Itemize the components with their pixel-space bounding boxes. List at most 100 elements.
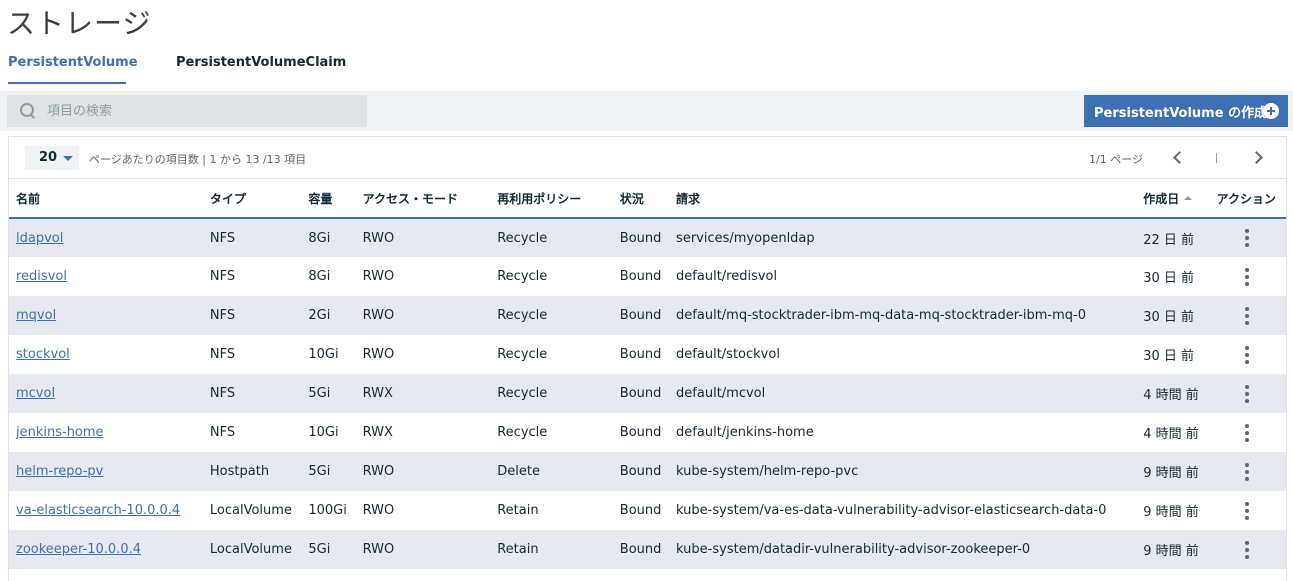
cell-claim: default/redisvol bbox=[669, 257, 1137, 296]
cell-type: NFS bbox=[202, 335, 302, 374]
volume-name-link[interactable]: helm-repo-pv bbox=[16, 464, 103, 479]
create-button-label: PersistentVolume の作成 bbox=[1094, 105, 1268, 121]
cell-status: Bound bbox=[612, 530, 670, 569]
volume-name-link[interactable]: zookeeper-10.0.0.4 bbox=[16, 542, 141, 557]
cell-created: 22 日 前 bbox=[1136, 218, 1210, 257]
overflow-menu-icon[interactable] bbox=[1237, 461, 1257, 483]
cell-access-mode: RWX bbox=[355, 374, 491, 413]
cell-name: helm-repo-pv bbox=[9, 452, 203, 491]
overflow-menu-icon[interactable] bbox=[1237, 227, 1257, 249]
column-header-name[interactable]: 名前 bbox=[9, 180, 203, 219]
cell-capacity: 5Gi bbox=[301, 374, 356, 413]
overflow-menu-icon[interactable] bbox=[1237, 500, 1257, 522]
cell-claim: services/myopenldap bbox=[669, 218, 1137, 257]
cell-actions bbox=[1209, 374, 1286, 413]
add-circle-icon bbox=[1263, 103, 1279, 119]
cell-actions bbox=[1209, 452, 1286, 491]
cell-capacity: 100Gi bbox=[301, 491, 356, 530]
cell-name: mqvol bbox=[9, 296, 203, 335]
cell-reclaim-policy: Recycle bbox=[490, 335, 613, 374]
cell-claim: kube-system/datadir-vulnerability-adviso… bbox=[669, 530, 1137, 569]
tab-bar: PersistentVolume PersistentVolumeClaim bbox=[0, 50, 1293, 84]
volume-name-link[interactable]: stockvol bbox=[16, 347, 70, 362]
column-header-access-mode[interactable]: アクセス・モード bbox=[355, 180, 491, 219]
chevron-right-icon[interactable] bbox=[1251, 150, 1265, 166]
cell-name: zookeeper-10.0.0.4 bbox=[9, 530, 203, 569]
cell-claim: kube-system/va-es-data-vulnerability-adv… bbox=[669, 491, 1137, 530]
column-header-status[interactable]: 状況 bbox=[612, 180, 670, 219]
volume-name-link[interactable]: redisvol bbox=[16, 269, 67, 284]
pagination-bar: 20 ページあたりの項目数 | 1 から 13 /13 項目 1/1 ページ bbox=[9, 137, 1286, 179]
cell-actions bbox=[1209, 257, 1286, 296]
table-row[interactable]: helm-repo-pv Hostpath 5Gi RWO Delete Bound kub… bbox=[9, 452, 1286, 491]
cell-created: 9 時間 前 bbox=[1136, 530, 1210, 569]
search-input[interactable] bbox=[47, 103, 347, 119]
cell-reclaim-policy: Recycle bbox=[490, 218, 613, 257]
items-range-text: ページあたりの項目数 | 1 から 13 /13 項目 bbox=[89, 153, 307, 166]
overflow-menu-icon[interactable] bbox=[1237, 539, 1257, 561]
cell-type: LocalVolume bbox=[202, 491, 302, 530]
volume-name-link[interactable]: mcvol bbox=[16, 386, 55, 401]
column-header-reclaim-policy[interactable]: 再利用ポリシー bbox=[490, 180, 613, 219]
column-header-created-label: 作成日 bbox=[1143, 192, 1180, 206]
persistent-volume-table: 名前 タイプ 容量 アクセス・モード 再利用ポリシー 状況 請求 作成日 アクシ… bbox=[9, 180, 1286, 569]
table-row[interactable]: stockvol NFS 10Gi RWO Recycle Bound default/st… bbox=[9, 335, 1286, 374]
cell-access-mode: RWO bbox=[355, 296, 491, 335]
toolbar: PersistentVolume の作成 bbox=[0, 91, 1293, 131]
chevron-left-icon[interactable] bbox=[1171, 150, 1185, 166]
cell-capacity: 10Gi bbox=[301, 335, 356, 374]
volume-name-link[interactable]: ldapvol bbox=[16, 231, 63, 246]
cell-type: NFS bbox=[202, 218, 302, 257]
cell-capacity: 8Gi bbox=[301, 257, 356, 296]
overflow-menu-icon[interactable] bbox=[1237, 305, 1257, 327]
cell-type: NFS bbox=[202, 413, 302, 452]
cell-actions bbox=[1209, 413, 1286, 452]
pagination-divider bbox=[1216, 153, 1217, 163]
column-header-created[interactable]: 作成日 bbox=[1136, 180, 1210, 219]
cell-access-mode: RWX bbox=[355, 413, 491, 452]
table-row[interactable]: zookeeper-10.0.0.4 LocalVolume 5Gi RWO Retai… bbox=[9, 530, 1286, 569]
overflow-menu-icon[interactable] bbox=[1237, 266, 1257, 288]
volume-name-link[interactable]: jenkins-home bbox=[16, 425, 104, 440]
cell-status: Bound bbox=[612, 296, 670, 335]
cell-type: NFS bbox=[202, 374, 302, 413]
page-size-select[interactable]: 20 bbox=[25, 146, 79, 170]
cell-claim: default/stockvol bbox=[669, 335, 1137, 374]
cell-actions bbox=[1209, 491, 1286, 530]
search-box[interactable] bbox=[7, 95, 367, 127]
table-row[interactable]: va-elasticsearch-10.0.0.4 LocalVolume 100G… bbox=[9, 491, 1286, 530]
cell-status: Bound bbox=[612, 257, 670, 296]
overflow-menu-icon[interactable] bbox=[1237, 383, 1257, 405]
cell-actions bbox=[1209, 530, 1286, 569]
cell-created: 9 時間 前 bbox=[1136, 491, 1210, 530]
cell-reclaim-policy: Recycle bbox=[490, 413, 613, 452]
chevron-down-icon bbox=[63, 156, 73, 161]
volume-name-link[interactable]: mqvol bbox=[16, 308, 56, 323]
cell-reclaim-policy: Retain bbox=[490, 530, 613, 569]
cell-created: 30 日 前 bbox=[1136, 296, 1210, 335]
cell-name: redisvol bbox=[9, 257, 203, 296]
cell-name: ldapvol bbox=[9, 218, 203, 257]
cell-claim: kube-system/helm-repo-pvc bbox=[669, 452, 1137, 491]
table-row[interactable]: redisvol NFS 8Gi RWO Recycle Bound default/red… bbox=[9, 257, 1286, 296]
cell-type: LocalVolume bbox=[202, 530, 302, 569]
table-row[interactable]: mcvol NFS 5Gi RWX Recycle Bound default/mcvol 4… bbox=[9, 374, 1286, 413]
cell-reclaim-policy: Retain bbox=[490, 491, 613, 530]
column-header-claim[interactable]: 請求 bbox=[669, 180, 1137, 219]
column-header-capacity[interactable]: 容量 bbox=[301, 180, 356, 219]
tab-persistent-volume-claim[interactable]: PersistentVolumeClaim bbox=[176, 50, 346, 84]
page-title: ストレージ bbox=[7, 7, 152, 40]
table-row[interactable]: jenkins-home NFS 10Gi RWX Recycle Bound defaul… bbox=[9, 413, 1286, 452]
column-header-type[interactable]: タイプ bbox=[202, 180, 302, 219]
create-persistent-volume-button[interactable]: PersistentVolume の作成 bbox=[1084, 95, 1288, 127]
cell-created: 30 日 前 bbox=[1136, 335, 1210, 374]
table-row[interactable]: mqvol NFS 2Gi RWO Recycle Bound default/mq-sto… bbox=[9, 296, 1286, 335]
table-row[interactable]: ldapvol NFS 8Gi RWO Recycle Bound services/myo… bbox=[9, 218, 1286, 257]
overflow-menu-icon[interactable] bbox=[1237, 344, 1257, 366]
cell-access-mode: RWO bbox=[355, 530, 491, 569]
cell-created: 4 時間 前 bbox=[1136, 374, 1210, 413]
overflow-menu-icon[interactable] bbox=[1237, 422, 1257, 444]
tab-persistent-volume[interactable]: PersistentVolume bbox=[8, 50, 138, 84]
volume-name-link[interactable]: va-elasticsearch-10.0.0.4 bbox=[16, 503, 180, 518]
sort-ascending-icon bbox=[1184, 195, 1193, 200]
